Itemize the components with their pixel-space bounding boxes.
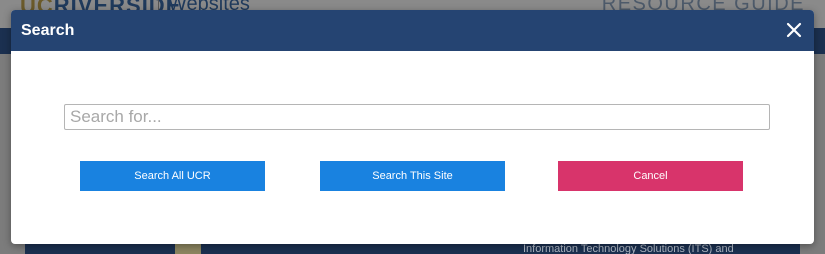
search-modal: Search Search All UCR Search This Site C… <box>11 10 814 244</box>
modal-header: Search <box>11 10 814 51</box>
page: UCRIVERSIDE Websites RESOURCE GUIDE Info… <box>0 0 825 254</box>
cancel-button[interactable]: Cancel <box>558 161 743 191</box>
search-all-ucr-button[interactable]: Search All UCR <box>80 161 265 191</box>
close-button[interactable] <box>785 21 803 39</box>
content-thumbnail <box>175 244 201 254</box>
search-this-site-button[interactable]: Search This Site <box>320 161 505 191</box>
content-text: Information Technology Solutions (ITS) a… <box>523 243 734 254</box>
close-icon <box>786 22 802 38</box>
modal-title: Search <box>21 22 75 39</box>
search-input[interactable] <box>64 104 770 130</box>
